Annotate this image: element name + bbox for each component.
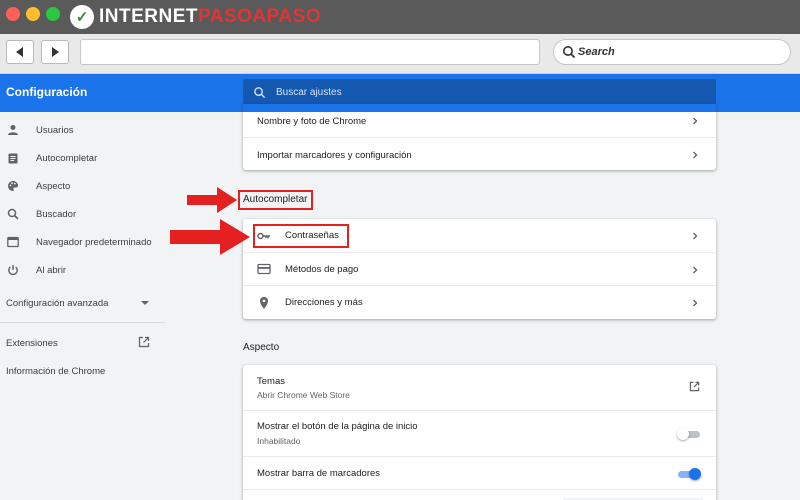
browser-icon [7,236,19,248]
browser-search-field[interactable]: Search [553,39,791,65]
row-temas[interactable]: Temas Abrir Chrome Web Store [243,365,716,410]
settings-search-input[interactable] [276,86,676,98]
open-in-new-icon[interactable] [138,336,150,348]
row-sublabel: Abrir Chrome Web Store [257,390,350,400]
row-partial-next [243,489,716,500]
highlight-box-autocompletar [238,190,313,210]
sidebar-item-label: Autocompletar [36,152,98,164]
row-label: Temas [257,376,285,387]
bookmarks-bar-toggle[interactable] [678,467,701,481]
sidebar-item-label: Buscador [36,208,77,220]
section-title-aspecto: Aspecto [243,342,280,353]
chevron-right-icon [693,117,698,125]
sidebar-item-informacion-chrome[interactable]: Información de Chrome [6,366,105,377]
row-label: Mostrar el botón de la página de inicio [257,421,418,432]
clipboard-icon [7,152,19,164]
chevron-right-icon [693,151,698,159]
browser-search-label: Search [578,46,615,58]
sidebar-item-extensiones[interactable]: Extensiones [6,338,58,349]
settings-search[interactable] [243,79,716,105]
open-in-new-icon[interactable] [689,381,700,392]
sidebar-item-aspecto[interactable]: Aspecto [0,174,165,198]
back-arrow-icon [16,47,23,57]
location-pin-icon [260,297,268,309]
close-window-button[interactable] [6,7,20,21]
row-sublabel: Inhabilitado [257,436,301,446]
minimize-window-button[interactable] [26,7,40,21]
forward-arrow-icon [52,47,59,57]
search-icon [254,86,266,98]
sidebar-advanced-settings[interactable]: Configuración avanzada [6,298,108,309]
chevron-right-icon [693,299,698,307]
appearance-card: Temas Abrir Chrome Web Store Mostrar el … [243,365,716,500]
window-titlebar: ✓ INTERNETPASOAPASO [0,0,800,34]
search-icon [7,208,19,220]
row-label: Importar marcadores y configuración [257,150,412,161]
credit-card-icon [257,263,271,275]
chevron-right-icon [693,232,698,240]
palette-icon [7,180,19,192]
sidebar-divider [0,322,165,323]
sidebar-item-autocompletar[interactable]: Autocompletar [0,146,165,170]
row-importar-marcadores[interactable]: Importar marcadores y configuración [243,137,716,170]
maximize-window-button[interactable] [46,7,60,21]
logo-mark-icon: ✓ [70,5,94,29]
sidebar-item-navegador-predeterminado[interactable]: Navegador predeterminado [0,230,165,254]
users-card: Nombre y foto de Chrome Importar marcado… [243,104,716,170]
row-barra-marcadores: Mostrar barra de marcadores [243,456,716,489]
logo-text-prefix: INTERNET [99,6,198,27]
home-button-toggle[interactable] [677,427,700,441]
chevron-down-icon[interactable] [141,301,149,305]
row-metodos-pago[interactable]: Métodos de pago [243,252,716,285]
sidebar-item-label: Usuarios [36,124,74,136]
search-icon [563,46,576,59]
header-overlap [243,104,716,112]
forward-button[interactable] [41,40,69,64]
row-label: Mostrar barra de marcadores [257,468,381,479]
sidebar-item-buscador[interactable]: Buscador [0,202,165,226]
settings-sidebar: Usuarios Autocompletar Aspecto Buscador … [0,112,165,500]
sidebar-item-label: Al abrir [36,264,67,276]
site-logo: ✓ INTERNETPASOAPASO [70,4,321,30]
chevron-right-icon [693,266,698,274]
sidebar-item-label: Aspecto [36,180,71,192]
page-title: Configuración [6,85,88,99]
sidebar-item-usuarios[interactable]: Usuarios [0,118,165,142]
sidebar-item-label: Navegador predeterminado [36,236,152,248]
address-bar[interactable] [80,39,540,65]
row-label: Direcciones y más [285,297,363,308]
back-button[interactable] [6,40,34,64]
power-icon [7,264,19,276]
person-icon [7,124,19,136]
browser-toolbar: Search [0,34,800,74]
red-arrow-icon [170,219,250,255]
highlight-box-contrasenas [253,224,349,248]
sidebar-item-al-abrir[interactable]: Al abrir [0,258,165,282]
row-boton-inicio: Mostrar el botón de la página de inicio … [243,410,716,456]
row-label: Métodos de pago [285,264,359,275]
red-arrow-icon [187,187,237,213]
row-direcciones[interactable]: Direcciones y más [243,285,716,319]
row-label: Nombre y foto de Chrome [257,116,367,127]
logo-text-accent: PASOAPASO [198,6,322,27]
